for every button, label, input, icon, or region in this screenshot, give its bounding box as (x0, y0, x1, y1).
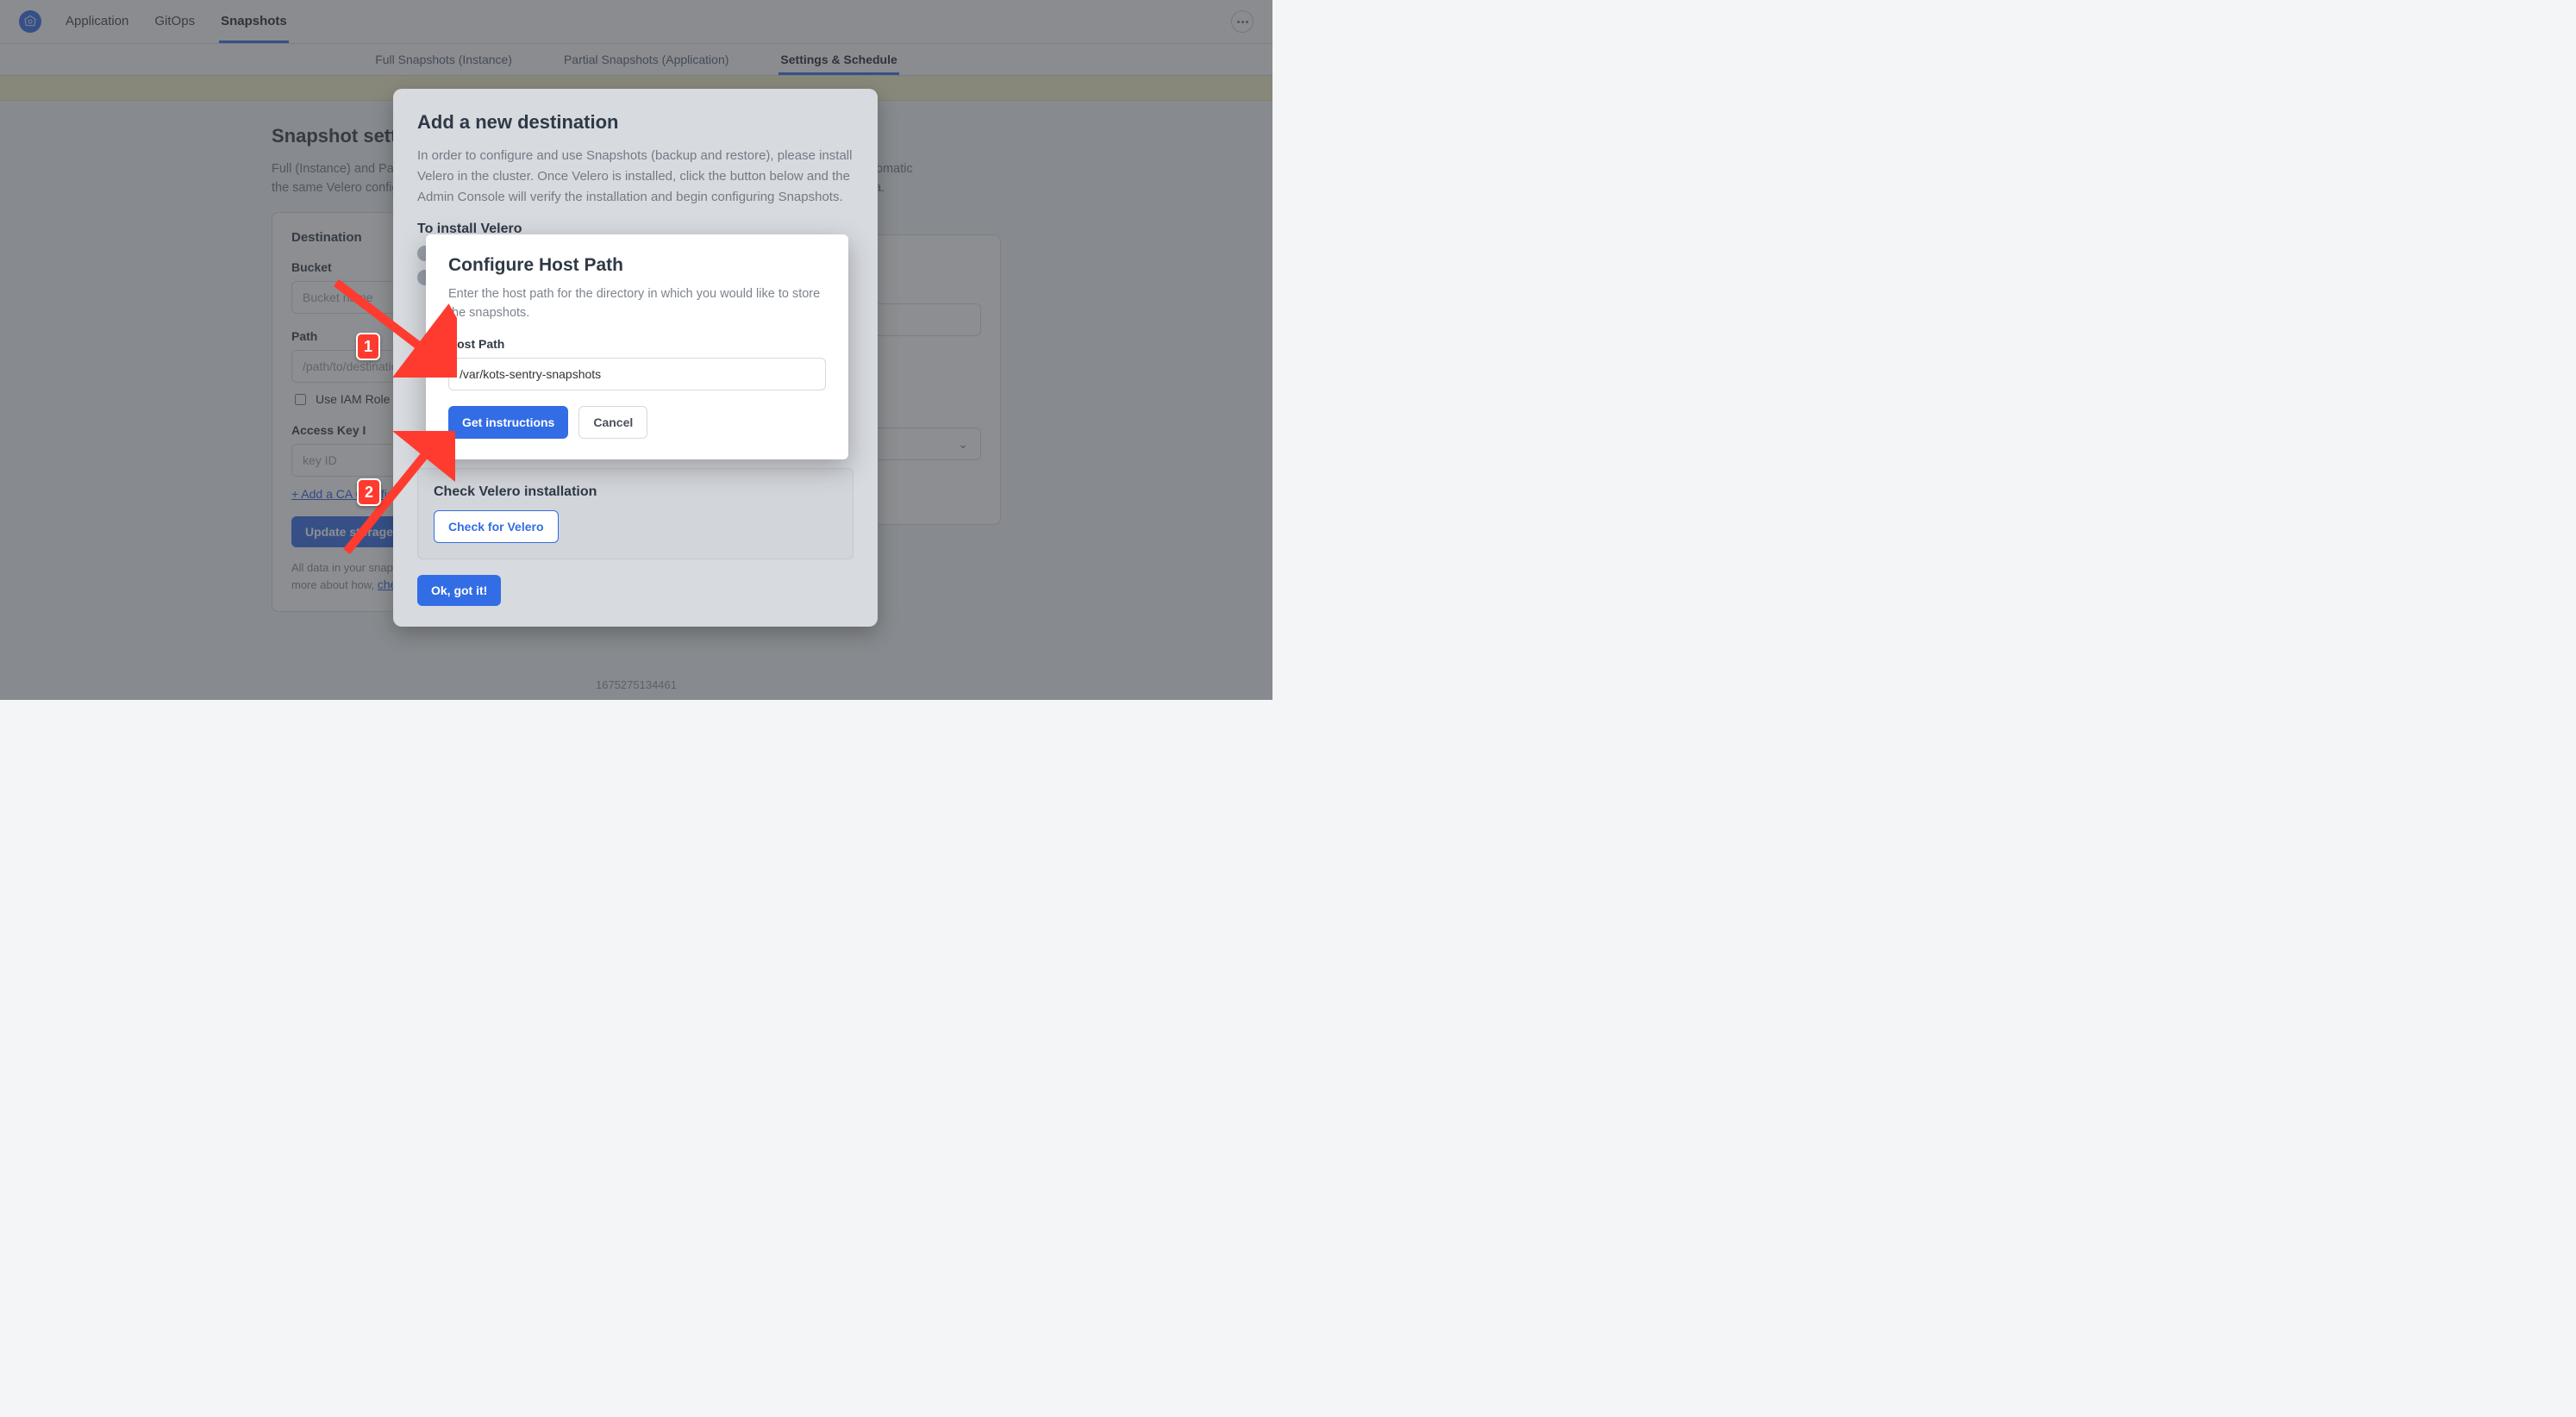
annotation-badge-1: 1 (356, 333, 380, 360)
inner-modal-title: Configure Host Path (448, 255, 826, 276)
check-for-velero-button[interactable]: Check for Velero (434, 510, 559, 543)
inner-modal-actions: Get instructions Cancel (448, 406, 826, 439)
outer-modal-desc: In order to configure and use Snapshots … (417, 146, 853, 208)
check-velero-heading: Check Velero installation (434, 484, 837, 500)
app-root: Application GitOps Snapshots Full Snapsh… (0, 0, 1272, 700)
get-instructions-button[interactable]: Get instructions (448, 406, 568, 439)
configure-host-path-modal: Configure Host Path Enter the host path … (426, 234, 848, 459)
inner-modal-desc: Enter the host path for the directory in… (448, 284, 826, 323)
host-path-label: Host Path (448, 337, 826, 351)
check-velero-card: Check Velero installation Check for Vele… (417, 468, 853, 559)
host-path-input[interactable] (448, 358, 826, 390)
cancel-button[interactable]: Cancel (578, 406, 647, 439)
annotation-badge-2: 2 (357, 478, 381, 506)
outer-modal-title: Add a new destination (417, 111, 853, 134)
ok-got-it-button[interactable]: Ok, got it! (417, 575, 501, 606)
